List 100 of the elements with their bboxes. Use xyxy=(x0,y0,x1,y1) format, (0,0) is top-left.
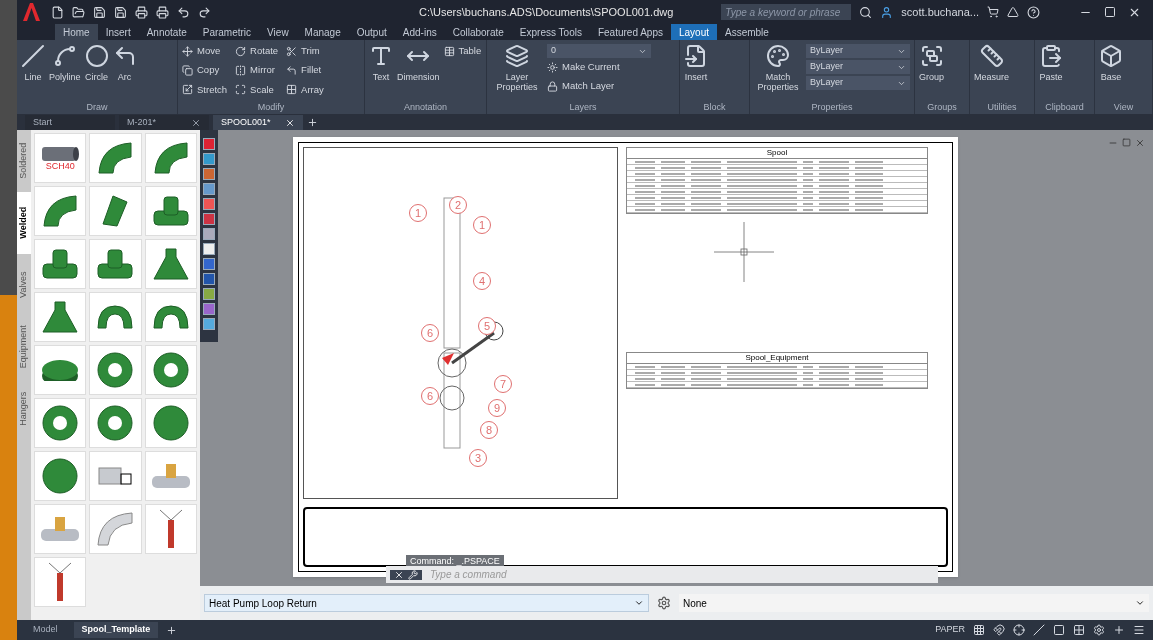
status-icon[interactable] xyxy=(1073,624,1085,636)
fitting-tile[interactable] xyxy=(34,345,87,395)
ribbon-tool-button[interactable]: Arc xyxy=(112,44,137,101)
file-tab[interactable]: SPOOL001* xyxy=(213,115,303,130)
close-icon[interactable] xyxy=(394,569,404,580)
status-icon[interactable] xyxy=(973,624,985,636)
fitting-tile[interactable] xyxy=(144,345,197,395)
value-dropdown[interactable]: None xyxy=(679,594,1149,612)
fitting-tile[interactable] xyxy=(144,186,197,236)
dropdown-field[interactable]: ByLayer xyxy=(806,60,910,74)
palette-tab[interactable]: Equipment xyxy=(17,316,31,378)
panel-title[interactable]: Layers xyxy=(487,101,679,114)
ribbon-tool-button[interactable]: Trim xyxy=(286,44,324,59)
fitting-tile[interactable] xyxy=(144,504,197,554)
fitting-tile[interactable] xyxy=(89,345,142,395)
fitting-tile[interactable] xyxy=(89,186,142,236)
file-tab[interactable]: M-201* xyxy=(119,115,209,130)
dropdown-field[interactable]: 0 xyxy=(547,44,651,58)
toolbar-icon[interactable] xyxy=(177,5,190,19)
status-icon[interactable] xyxy=(1133,624,1145,636)
panel-title[interactable]: Draw xyxy=(17,101,177,114)
fitting-tile[interactable] xyxy=(89,239,142,289)
ribbon-tool-button[interactable]: Make Current xyxy=(547,60,651,75)
panel-title[interactable]: Properties xyxy=(750,101,914,114)
fitting-tile[interactable] xyxy=(144,292,197,342)
status-icon[interactable] xyxy=(1113,624,1125,636)
ribbon-tool-button[interactable]: Mirror xyxy=(235,63,279,78)
status-icon[interactable] xyxy=(993,624,1005,636)
fitting-tile[interactable] xyxy=(34,557,87,607)
help-icon[interactable] xyxy=(1027,5,1040,19)
triangle-icon[interactable] xyxy=(1007,6,1019,18)
file-tab[interactable]: Start xyxy=(25,115,115,130)
app-logo-icon[interactable] xyxy=(21,2,43,22)
fitting-tile[interactable] xyxy=(89,451,142,501)
close-icon[interactable] xyxy=(285,117,295,128)
fitting-tile[interactable] xyxy=(34,239,87,289)
fitting-tile[interactable] xyxy=(89,133,142,183)
panel-title[interactable]: View xyxy=(1095,101,1152,114)
status-icon[interactable] xyxy=(1093,624,1105,636)
palette-tab[interactable]: Soldered xyxy=(17,130,31,192)
fitting-tile[interactable] xyxy=(34,504,87,554)
panel-title[interactable]: Clipboard xyxy=(1035,101,1094,114)
panel-title[interactable]: Utilities xyxy=(970,101,1034,114)
fitting-tile[interactable] xyxy=(89,504,142,554)
ribbon-tool-button[interactable]: Scale xyxy=(235,82,279,97)
fitting-tile[interactable] xyxy=(144,451,197,501)
ribbon-tab[interactable]: Layout xyxy=(670,24,717,40)
spool-dropdown[interactable]: Heat Pump Loop Return xyxy=(204,594,649,612)
ribbon-tool-button[interactable]: Circle xyxy=(84,44,109,101)
user-name[interactable]: scott.buchana... xyxy=(901,3,979,21)
panel-title[interactable]: Groups xyxy=(915,101,969,114)
fitting-tile[interactable] xyxy=(34,398,87,448)
fitting-tile[interactable] xyxy=(34,451,87,501)
toolbar-icon[interactable] xyxy=(156,5,169,19)
ribbon-tool-button[interactable]: Dimension xyxy=(397,44,440,101)
ribbon-tool-button[interactable]: Move xyxy=(182,44,228,59)
toolbar-icon[interactable] xyxy=(198,5,211,19)
sheet-tab[interactable]: Model xyxy=(25,622,66,638)
tool-icon[interactable] xyxy=(203,273,215,285)
toolbar-icon[interactable] xyxy=(72,5,85,19)
ribbon-tool-button[interactable]: Group xyxy=(919,44,944,101)
palette-tab[interactable]: Welded xyxy=(17,192,31,254)
settings-icon[interactable] xyxy=(657,596,671,610)
sheet-tab[interactable]: Spool_Template xyxy=(73,622,159,638)
ribbon-tool-button[interactable]: Match Properties xyxy=(754,44,802,101)
dropdown-field[interactable]: ByLayer xyxy=(806,76,910,90)
fitting-tile[interactable] xyxy=(34,292,87,342)
fitting-tile[interactable] xyxy=(144,398,197,448)
status-icon[interactable] xyxy=(1013,624,1025,636)
dropdown-field[interactable]: ByLayer xyxy=(806,44,910,58)
status-icon[interactable] xyxy=(1033,624,1045,636)
toolbar-icon[interactable] xyxy=(135,5,148,19)
add-layout-icon[interactable] xyxy=(166,624,178,636)
ribbon-tool-button[interactable]: Line xyxy=(21,44,45,101)
search-field[interactable]: Type a keyword or phrase xyxy=(721,4,852,20)
ribbon-tool-button[interactable]: Rotate xyxy=(235,44,279,59)
fitting-tile[interactable] xyxy=(144,239,197,289)
fitting-tile[interactable] xyxy=(89,398,142,448)
ribbon-tool-button[interactable]: Copy xyxy=(182,63,228,78)
fitting-tile[interactable] xyxy=(144,133,197,183)
space-toggle[interactable]: PAPER xyxy=(935,623,965,637)
ribbon-tool-button[interactable]: Match Layer xyxy=(547,79,651,94)
panel-title[interactable]: Annotation xyxy=(365,101,486,114)
ribbon-tab[interactable]: Home xyxy=(55,24,98,40)
ribbon-tool-button[interactable]: Polyline xyxy=(49,44,81,101)
new-tab-icon[interactable] xyxy=(307,117,318,128)
ribbon-tool-button[interactable]: Table xyxy=(443,44,482,59)
ribbon-tool-button[interactable]: Paste xyxy=(1039,44,1063,101)
ribbon-tool-button[interactable]: Stretch xyxy=(182,82,228,97)
palette-tab[interactable]: Hangers xyxy=(17,378,31,440)
ribbon-tool-button[interactable]: Array xyxy=(286,82,324,97)
fitting-tile[interactable] xyxy=(34,186,87,236)
cart-icon[interactable] xyxy=(987,6,999,18)
fitting-tile[interactable] xyxy=(89,292,142,342)
ribbon-tool-button[interactable]: Layer Properties xyxy=(491,44,543,101)
toolbar-icon[interactable] xyxy=(114,5,127,19)
fitting-tile[interactable]: SCH40 xyxy=(34,133,87,183)
wrench-icon[interactable] xyxy=(408,569,418,580)
ribbon-tool-button[interactable]: Insert xyxy=(684,44,708,101)
palette-tab[interactable]: Valves xyxy=(17,254,31,316)
